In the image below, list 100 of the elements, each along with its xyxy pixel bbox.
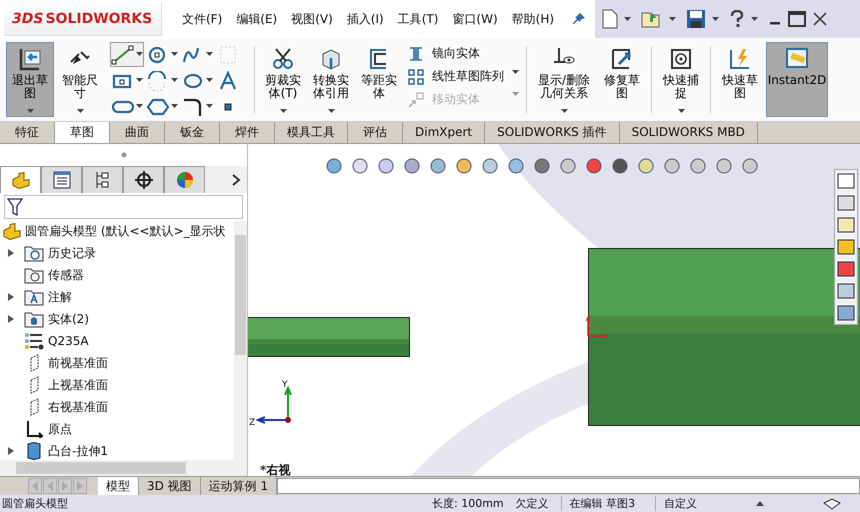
view-toolbar-icon[interactable] <box>558 156 578 176</box>
menu-item[interactable]: 工具(T) <box>398 10 438 28</box>
filter-field[interactable] <box>4 195 243 219</box>
ribbon-tab[interactable]: 草图 <box>55 122 110 143</box>
caret-up-icon[interactable] <box>756 500 764 506</box>
tree-item[interactable]: 注解 <box>0 286 234 308</box>
tree-item[interactable]: 原点 <box>0 418 234 440</box>
chevron-right-icon[interactable] <box>231 174 241 186</box>
ribbon-button[interactable]: 退出草图 <box>6 42 54 117</box>
view-toolbar-icon[interactable] <box>714 156 734 176</box>
ribbon-tab[interactable]: 曲面 <box>110 122 165 143</box>
pin-icon[interactable] <box>572 12 586 26</box>
tree-item[interactable]: 凸台-拉伸1 <box>0 440 234 460</box>
caret-icon[interactable] <box>560 109 568 114</box>
save-icon[interactable] <box>686 9 706 29</box>
caret-icon[interactable] <box>171 52 178 57</box>
view-toolbar-icon[interactable] <box>610 156 630 176</box>
ribbon-button[interactable]: 线性草图阵列 <box>408 68 504 85</box>
tree-item[interactable]: 前视基准面 <box>0 352 234 374</box>
ribbon-button[interactable]: 修复草图 <box>598 42 646 117</box>
panel-tab[interactable] <box>41 166 82 193</box>
ribbon-tab[interactable]: DimXpert <box>403 122 486 143</box>
view-toolbar-icon[interactable] <box>662 156 682 176</box>
tree-item[interactable]: 圆管扁头模型 (默认<<默认>_显示状 <box>0 221 234 242</box>
task-pane-icon[interactable] <box>836 237 856 257</box>
view-toolbar-icon[interactable] <box>740 156 760 176</box>
tree-item[interactable]: 传感器 <box>0 264 234 286</box>
view-toolbar-icon[interactable] <box>454 156 474 176</box>
caret-icon[interactable] <box>206 78 213 83</box>
ribbon-tab[interactable]: 焊件 <box>220 122 275 143</box>
ribbon-button[interactable]: 剪裁实体(T) <box>260 42 306 117</box>
caret-icon[interactable] <box>206 52 213 57</box>
ribbon-tab[interactable]: SOLIDWORKS MBD <box>620 122 758 143</box>
ribbon-tab[interactable]: 评估 <box>348 122 403 143</box>
task-pane-icon[interactable] <box>836 215 856 235</box>
maximize-icon[interactable] <box>788 11 806 27</box>
ribbon-button[interactable]: 快速捕捉 <box>657 42 705 117</box>
task-pane-icon[interactable] <box>836 193 856 213</box>
caret-icon[interactable] <box>206 104 213 109</box>
ribbon-tab[interactable]: 模具工具 <box>275 122 348 143</box>
expand-arrow-icon[interactable] <box>8 293 14 301</box>
units-selector[interactable]: 自定义 <box>655 496 744 511</box>
menu-item[interactable]: 插入(I) <box>346 10 384 28</box>
ribbon-button[interactable]: 智能尺寸 <box>56 42 104 117</box>
caret-icon[interactable] <box>26 109 34 114</box>
tree-item[interactable]: 上视基准面 <box>0 374 234 396</box>
ribbon-tab[interactable]: SOLIDWORKS 插件 <box>485 122 620 143</box>
ribbon-button[interactable]: 等距实体 <box>356 42 402 117</box>
ribbon-button[interactable]: 快速草图 <box>716 42 764 117</box>
caret-icon[interactable] <box>171 104 178 109</box>
menu-item[interactable]: 窗口(W) <box>452 10 498 28</box>
view-toolbar-icon[interactable] <box>506 156 526 176</box>
tree-item[interactable]: 历史记录 <box>0 242 234 264</box>
caret-icon[interactable] <box>624 16 631 22</box>
help-icon[interactable] <box>729 10 745 28</box>
view-toolbar-icon[interactable] <box>480 156 500 176</box>
panel-tab[interactable] <box>82 166 123 193</box>
close-icon[interactable] <box>812 11 828 27</box>
view-toolbar-icon[interactable] <box>636 156 656 176</box>
view-toolbar-icon[interactable] <box>584 156 604 176</box>
view-toolbar-icon[interactable] <box>350 156 370 176</box>
expand-arrow-icon[interactable] <box>8 249 14 257</box>
menu-item[interactable]: 帮助(H) <box>512 10 554 28</box>
caret-icon[interactable] <box>76 109 84 114</box>
panel-tab[interactable] <box>0 166 41 193</box>
view-toolbar-icon[interactable] <box>324 156 344 176</box>
caret-icon[interactable] <box>171 78 178 83</box>
caret-icon[interactable] <box>751 16 758 22</box>
grip-icon[interactable] <box>120 152 126 158</box>
menu-item[interactable]: 视图(V) <box>291 10 333 28</box>
ribbon-tab[interactable]: 钣金 <box>165 122 220 143</box>
ribbon-button[interactable]: 显示/删除几何关系 <box>532 42 596 117</box>
view-toolbar-icon[interactable] <box>402 156 422 176</box>
task-pane-icon[interactable] <box>836 171 856 191</box>
caret-icon[interactable] <box>669 16 676 22</box>
view-toolbar-icon[interactable] <box>376 156 396 176</box>
new-document-icon[interactable] <box>602 9 618 29</box>
caret-icon[interactable] <box>136 78 143 83</box>
view-toolbar-icon[interactable] <box>688 156 708 176</box>
ribbon-button[interactable]: Instant2D <box>766 42 828 117</box>
task-pane-icon[interactable] <box>836 303 856 323</box>
caret-icon[interactable] <box>136 52 143 57</box>
sketch-tool-button[interactable] <box>110 42 144 67</box>
caret-icon[interactable] <box>328 109 334 114</box>
caret-icon[interactable] <box>280 109 286 114</box>
menu-item[interactable]: 文件(F) <box>182 10 222 28</box>
panel-tab[interactable] <box>123 166 164 193</box>
caret-icon[interactable] <box>136 104 143 109</box>
ribbon-button[interactable]: 镜向实体 <box>408 45 504 62</box>
tree-item[interactable]: 右视基准面 <box>0 396 234 418</box>
expand-arrow-icon[interactable] <box>8 315 14 323</box>
tree-item[interactable]: Q235A <box>0 330 234 352</box>
caret-icon[interactable] <box>712 16 719 22</box>
tree-item[interactable]: 实体(2) <box>0 308 234 330</box>
menu-item[interactable]: 编辑(E) <box>236 10 278 28</box>
caret-icon[interactable] <box>678 109 684 114</box>
ribbon-button[interactable]: 转换实体引用 <box>308 42 354 117</box>
view-toolbar-icon[interactable] <box>532 156 552 176</box>
task-pane-icon[interactable] <box>836 259 856 279</box>
view-toolbar-icon[interactable] <box>428 156 448 176</box>
